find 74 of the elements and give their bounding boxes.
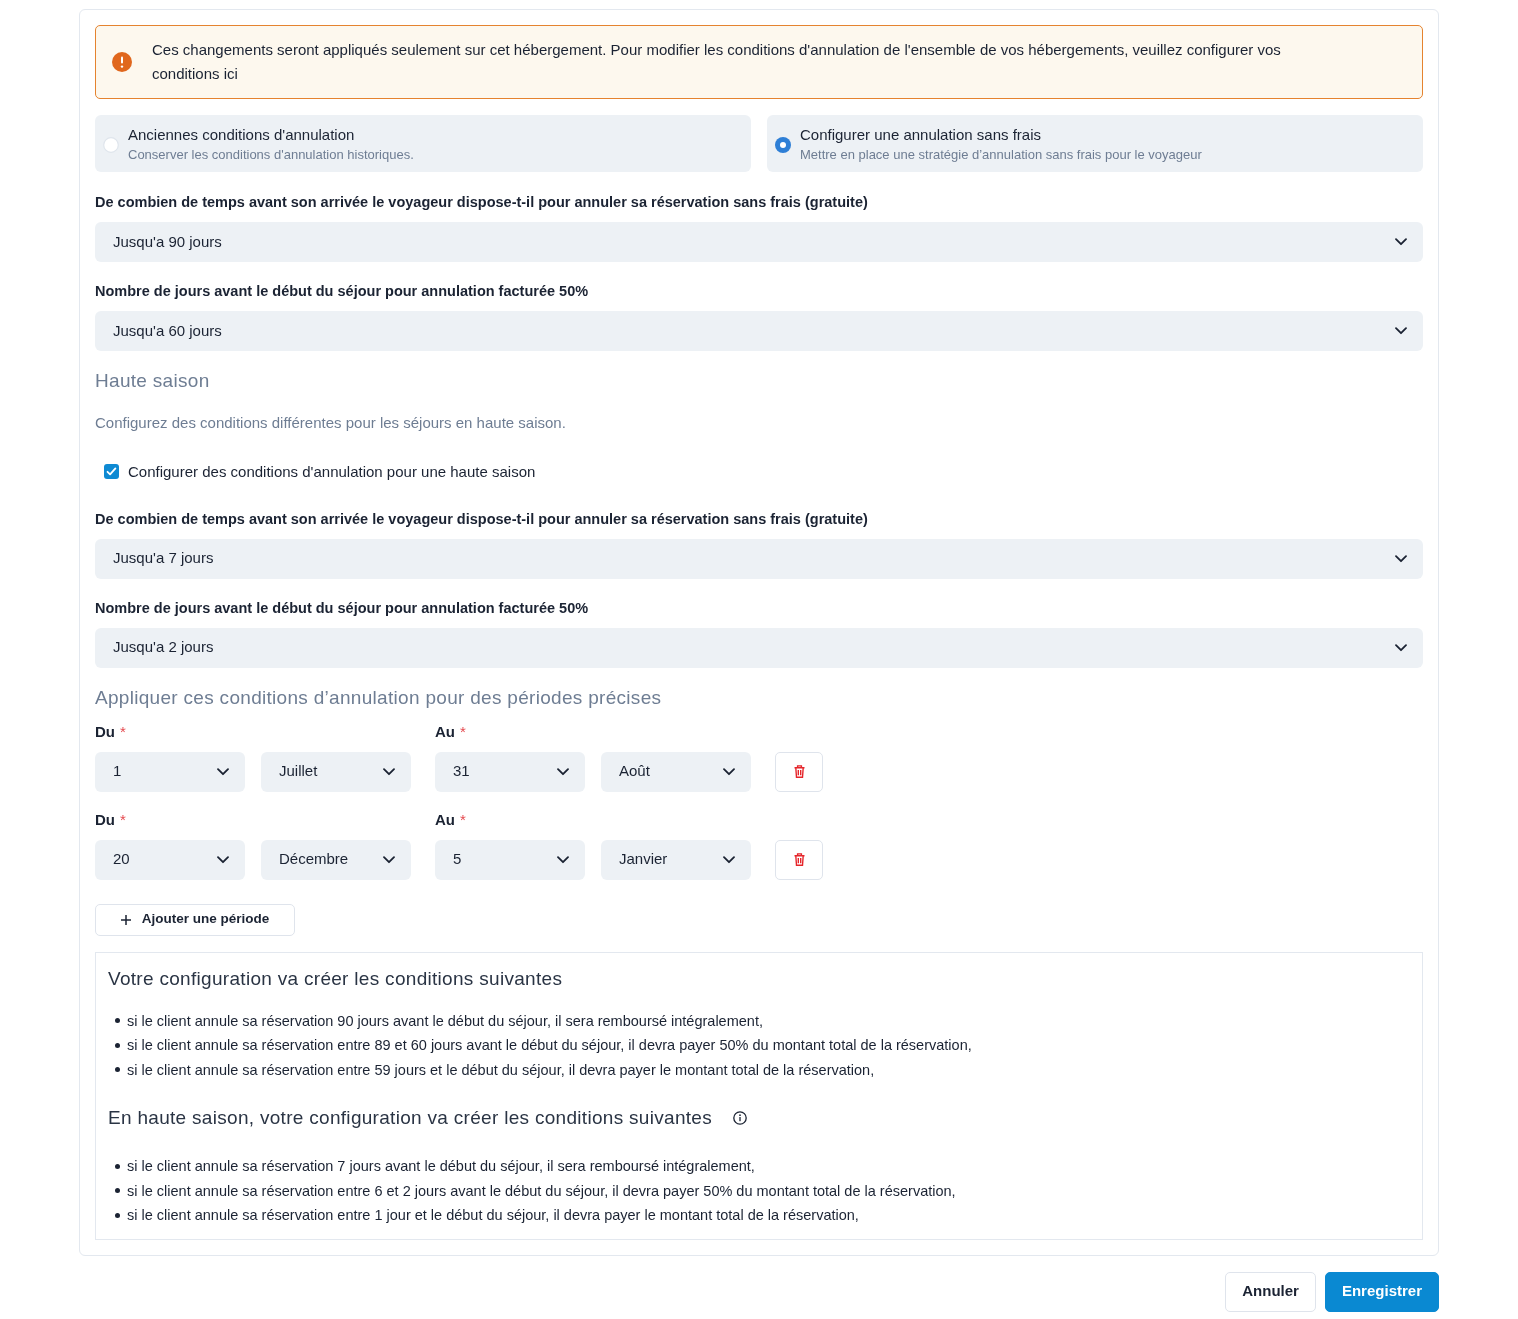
- option-title: Anciennes conditions d'annulation: [128, 125, 356, 145]
- select-field[interactable]: 1: [95, 751, 245, 792]
- chevron-down-icon: [1395, 327, 1407, 335]
- field-label: Au: [435, 721, 455, 742]
- option-card[interactable]: Anciennes conditions d'annulation Conserver les conditions d'annulation historiques.: [95, 115, 751, 172]
- bullet-icon: [115, 1042, 120, 1048]
- summary-item: si le client annule sa réservation entre 1 jour et le début du séjour, il devra payer le montant total de la réservation,: [127, 1206, 859, 1225]
- chevron-down-icon: [217, 855, 229, 864]
- chevron-down-icon: [383, 767, 395, 776]
- summary-heading: Votre configuration va créer les conditions suivantes: [108, 966, 563, 991]
- bullet-icon: [115, 1018, 120, 1024]
- chevron-down-icon: [557, 767, 569, 776]
- radio-button[interactable]: [775, 137, 791, 153]
- section-title: Haute saison: [95, 369, 211, 393]
- radio-button[interactable]: [103, 137, 119, 153]
- summary-heading: En haute saison, votre configuration va créer les conditions suivantes: [108, 1106, 712, 1130]
- plus-icon: [120, 914, 131, 925]
- required-mark: *: [120, 809, 126, 830]
- chevron-down-icon: [217, 767, 229, 776]
- select-field[interactable]: 31: [435, 751, 585, 792]
- option-title: Configurer une annulation sans frais: [800, 125, 1042, 145]
- select-field[interactable]: 20: [95, 839, 245, 880]
- select-field[interactable]: Décembre: [261, 839, 411, 880]
- select-field[interactable]: Jusqu'a 2 jours: [95, 627, 1423, 668]
- summary-item: si le client annule sa réservation entre 59 jours et le début du séjour, il devra payer le montant total de la réservation,: [127, 1060, 875, 1080]
- checkbox[interactable]: [104, 464, 119, 479]
- bullet-icon: [115, 1163, 120, 1169]
- info-icon[interactable]: [733, 1111, 747, 1125]
- cancel-button[interactable]: Annuler: [1225, 1271, 1316, 1312]
- select-field[interactable]: Jusqu'a 7 jours: [95, 538, 1423, 579]
- select-field[interactable]: Juillet: [261, 751, 411, 792]
- option-description: Mettre en place une stratégie d’annulation sans frais pour le voyageur: [800, 146, 1202, 164]
- chevron-down-icon: [1395, 238, 1407, 246]
- chevron-down-icon: [1395, 643, 1407, 652]
- chevron-down-icon: [1395, 554, 1407, 563]
- field-label: Nombre de jours avant le début du séjour pour annulation facturée 50%: [95, 598, 589, 618]
- summary-item: si le client annule sa réservation 7 jours avant le début du séjour, il sera remboursé intégralement,: [127, 1157, 755, 1176]
- section-title: Appliquer ces conditions d’annulation pour des périodes précises: [95, 685, 663, 710]
- warning-icon: [112, 52, 132, 72]
- required-mark: *: [120, 721, 126, 742]
- select-field[interactable]: Août: [601, 751, 751, 792]
- trash-icon: [793, 765, 805, 778]
- select-field[interactable]: Jusqu'a 90 jours: [95, 222, 1423, 262]
- chevron-down-icon: [723, 855, 735, 864]
- field-label: De combien de temps avant son arrivée le voyageur dispose-t-il pour annuler sa réservation sans frais (gratuite): [95, 193, 868, 212]
- section-description: Configurez des conditions différentes pour les séjours en haute saison.: [95, 413, 566, 433]
- select-field[interactable]: 5: [435, 839, 585, 880]
- bullet-icon: [115, 1067, 120, 1073]
- field-label: Du: [95, 721, 115, 742]
- required-mark: *: [460, 809, 466, 830]
- checkbox-label[interactable]: Configurer des conditions d'annulation pour une haute saison: [128, 460, 536, 483]
- summary-item: si le client annule sa réservation entre 6 et 2 jours avant le début du séjour, il devra payer 50% du montant total de la réservation,: [127, 1181, 956, 1201]
- field-label: Nombre de jours avant le début du séjour pour annulation facturée 50%: [95, 282, 589, 301]
- trash-icon: [793, 853, 805, 866]
- select-field[interactable]: Jusqu'a 60 jours: [95, 311, 1423, 351]
- chevron-down-icon: [383, 855, 395, 864]
- summary-item: si le client annule sa réservation entre 89 et 60 jours avant le début du séjour, il devra payer 50% du montant total de la réservation,: [127, 1036, 972, 1055]
- summary-item: si le client annule sa réservation 90 jours avant le début du séjour, il sera remboursé intégralement,: [127, 1011, 763, 1031]
- field-label: Du: [95, 809, 115, 830]
- required-mark: *: [460, 721, 466, 742]
- bullet-icon: [115, 1212, 120, 1218]
- select-field[interactable]: Janvier: [601, 839, 751, 880]
- option-description: Conserver les conditions d'annulation historiques.: [128, 146, 414, 164]
- delete-button[interactable]: [775, 751, 823, 792]
- field-label: De combien de temps avant son arrivée le voyageur dispose-t-il pour annuler sa réservation sans frais (gratuite): [95, 509, 868, 529]
- save-button[interactable]: Enregistrer: [1324, 1271, 1439, 1312]
- alert-text: Ces changements seront appliqués seulement sur cet hébergement. Pour modifier les conditions d'annulation de l'ensemble de vos hébergements, veuillez configurer vos conditions ici: [152, 40, 1282, 84]
- option-card[interactable]: Configurer une annulation sans frais Mettre en place une stratégie d’annulation sans frais pour le voyageur: [767, 115, 1423, 172]
- field-label: Au: [435, 809, 455, 830]
- chevron-down-icon: [557, 855, 569, 864]
- chevron-down-icon: [723, 767, 735, 776]
- add-period-button[interactable]: Ajouter une période: [95, 903, 295, 936]
- delete-button[interactable]: [775, 839, 823, 880]
- bullet-icon: [115, 1188, 120, 1194]
